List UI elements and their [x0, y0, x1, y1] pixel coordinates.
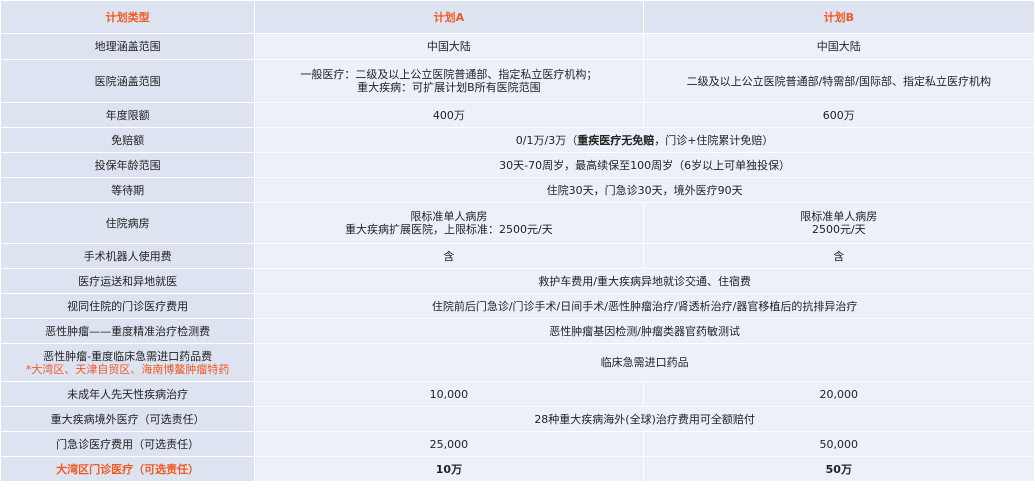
plan-b-cell: 中国大陆	[643, 34, 1034, 59]
shared-cell: 28种重大疾病海外(全球)治疗费用可全额赔付	[255, 407, 1034, 431]
table-row: 未成年人先天性疾病治疗 10,000 20,000	[1, 382, 1034, 406]
plan-a-cell: 限标准单人病房 重大疾病扩展医院，上限标准：2500元/天	[255, 203, 643, 243]
cell-line: 重大疾病扩展医院，上限标准：2500元/天	[345, 223, 553, 236]
table-row: 手术机器人使用费 含 含	[1, 244, 1034, 268]
table-row: 大湾区门诊医疗（可选责任） 10万 50万	[1, 457, 1034, 481]
shared-cell: 住院前后门急诊/门诊手术/日间手术/恶性肿瘤治疗/肾透析治疗/器官移植后的抗排异…	[255, 294, 1034, 318]
table-row: 医疗运送和异地就医 救护车费用/重大疾病异地就诊交通、住宿费	[1, 269, 1034, 293]
plan-a-cell: 10万	[255, 457, 643, 481]
row-label: 投保年龄范围	[1, 153, 255, 177]
plan-a-cell: 25,000	[255, 432, 643, 456]
shared-cell: 0/1万/3万（重疾医疗无免赔，门诊+住院累计免赔）	[255, 128, 1034, 152]
shared-cell: 恶性肿瘤基因检测/肿瘤类器官药敏测试	[255, 319, 1034, 343]
plan-b-cell: 二级及以上公立医院普通部/特需部/国际部、指定私立医疗机构	[643, 60, 1034, 102]
row-label: 手术机器人使用费	[1, 244, 255, 268]
plan-a-cell: 含	[255, 244, 643, 268]
cell-line: 2500元/天	[811, 223, 866, 236]
shared-cell: 住院30天，门急诊30天，境外医疗90天	[255, 178, 1034, 202]
header-plan-a: 计划A	[255, 1, 643, 33]
row-label: 恶性肿瘤-重度临床急需进口药品费 *大湾区、天津自贸区、海南博鳌肿瘤特药	[1, 344, 255, 381]
header-plan-type: 计划类型	[1, 1, 255, 33]
deductible-pre: 0/1万/3万（	[515, 133, 578, 147]
row-label: 地理涵盖范围	[1, 34, 255, 59]
row-label: 医疗运送和异地就医	[1, 269, 255, 293]
row-label: 视同住院的门诊医疗费用	[1, 294, 255, 318]
cell-line: 一般医疗：二级及以上公立医院普通部、指定私立医疗机构；	[300, 68, 598, 81]
row-label: 未成年人先天性疾病治疗	[1, 382, 255, 406]
row-label: 重大疾病境外医疗（可选责任）	[1, 407, 255, 431]
row-label-note: *大湾区、天津自贸区、海南博鳌肿瘤特药	[25, 362, 230, 376]
plan-b-cell: 50,000	[643, 432, 1034, 456]
shared-cell: 救护车费用/重大疾病异地就诊交通、住宿费	[255, 269, 1034, 293]
plan-a-cell: 一般医疗：二级及以上公立医院普通部、指定私立医疗机构； 重大疾病：可扩展计划B所…	[255, 60, 643, 102]
table-row: 恶性肿瘤-重度临床急需进口药品费 *大湾区、天津自贸区、海南博鳌肿瘤特药 临床急…	[1, 344, 1034, 381]
plan-b-cell: 限标准单人病房 2500元/天	[643, 203, 1034, 243]
table-row: 年度限额 400万 600万	[1, 103, 1034, 127]
table-row: 等待期 住院30天，门急诊30天，境外医疗90天	[1, 178, 1034, 202]
plan-b-cell: 20,000	[643, 382, 1034, 406]
shared-cell: 临床急需进口药品	[255, 344, 1034, 381]
plan-a-cell: 400万	[255, 103, 643, 127]
table-row: 投保年龄范围 30天-70周岁，最高续保至100周岁（6岁以上可单独投保）	[1, 153, 1034, 177]
table-row: 重大疾病境外医疗（可选责任） 28种重大疾病海外(全球)治疗费用可全额赔付	[1, 407, 1034, 431]
deductible-bold: 重疾医疗无免赔	[577, 133, 655, 147]
row-label: 恶性肿瘤——重度精准治疗检测费	[1, 319, 255, 343]
plan-b-cell: 50万	[643, 457, 1034, 481]
table-row: 地理涵盖范围 中国大陆 中国大陆	[1, 34, 1034, 59]
cell-line: 重大疾病：可扩展计划B所有医院范围	[357, 81, 541, 94]
table-row: 住院病房 限标准单人病房 重大疾病扩展医院，上限标准：2500元/天 限标准单人…	[1, 203, 1034, 243]
plan-a-cell: 10,000	[255, 382, 643, 406]
row-label: 年度限额	[1, 103, 255, 127]
plan-a-cell: 中国大陆	[255, 34, 643, 59]
table-row: 门急诊医疗费用（可选责任） 25,000 50,000	[1, 432, 1034, 456]
table-row: 免赔额 0/1万/3万（重疾医疗无免赔，门诊+住院累计免赔）	[1, 128, 1034, 152]
table-row: 恶性肿瘤——重度精准治疗检测费 恶性肿瘤基因检测/肿瘤类器官药敏测试	[1, 319, 1034, 343]
row-label: 住院病房	[1, 203, 255, 243]
row-label: 等待期	[1, 178, 255, 202]
header-plan-b: 计划B	[643, 1, 1034, 33]
plan-comparison-table: 计划类型 计划A 计划B 地理涵盖范围 中国大陆 中国大陆 医院涵盖范围 一般医…	[0, 0, 1035, 482]
row-label: 门急诊医疗费用（可选责任）	[1, 432, 255, 456]
cell-line: 限标准单人病房	[410, 210, 488, 223]
deductible-post: ，门诊+住院累计免赔）	[654, 133, 774, 147]
plan-b-cell: 600万	[643, 103, 1034, 127]
row-label: 免赔额	[1, 128, 255, 152]
table-row: 医院涵盖范围 一般医疗：二级及以上公立医院普通部、指定私立医疗机构； 重大疾病：…	[1, 60, 1034, 102]
shared-cell: 30天-70周岁，最高续保至100周岁（6岁以上可单独投保）	[255, 153, 1034, 177]
plan-b-cell: 含	[643, 244, 1034, 268]
table-header-row: 计划类型 计划A 计划B	[1, 1, 1034, 33]
table-row: 视同住院的门诊医疗费用 住院前后门急诊/门诊手术/日间手术/恶性肿瘤治疗/肾透析…	[1, 294, 1034, 318]
row-label: 医院涵盖范围	[1, 60, 255, 102]
cell-line: 限标准单人病房	[800, 210, 878, 223]
row-label-text: 恶性肿瘤-重度临床急需进口药品费	[43, 349, 213, 363]
row-label: 大湾区门诊医疗（可选责任）	[1, 457, 255, 481]
